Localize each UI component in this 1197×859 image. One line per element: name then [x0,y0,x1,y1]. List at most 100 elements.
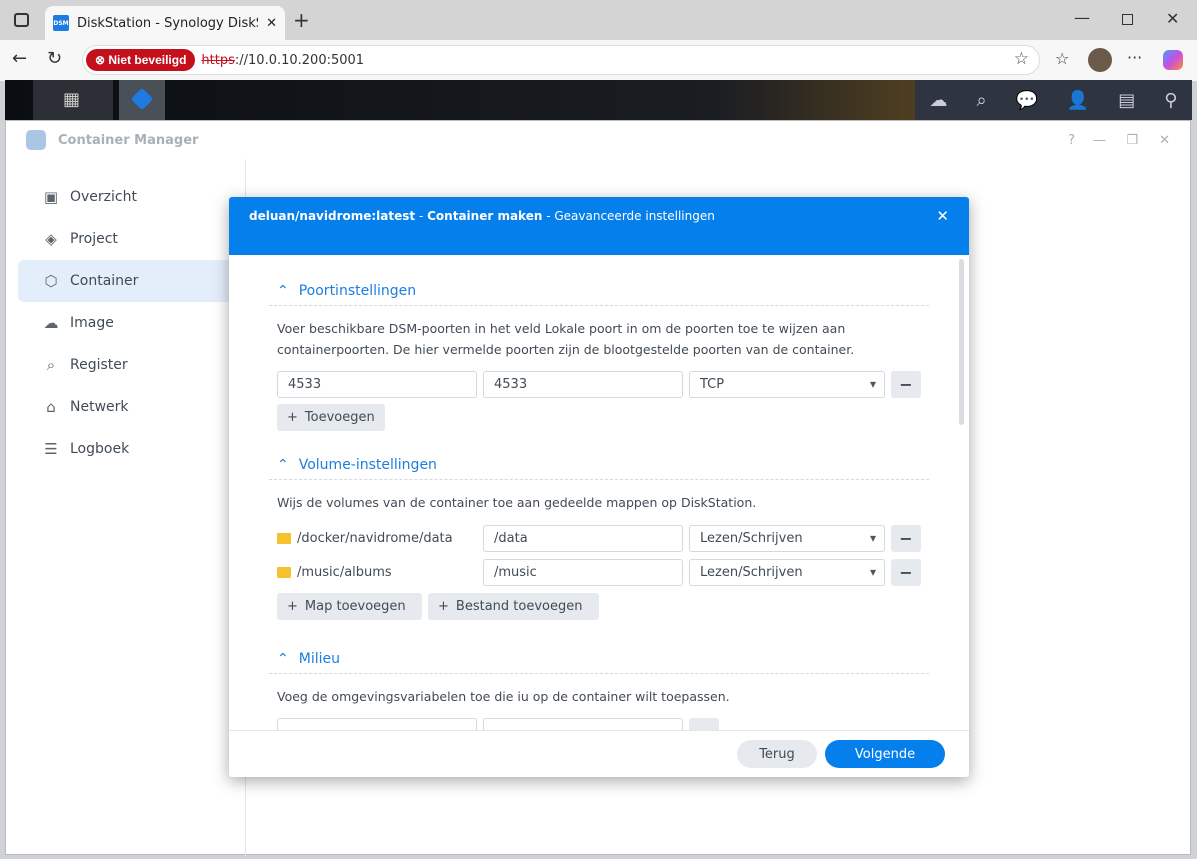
back-button[interactable]: Terug [737,740,817,768]
search-icon[interactable]: ⚲ [1164,90,1177,111]
add-port-button[interactable]: + Toevoegen [277,404,385,431]
mount-path-input[interactable]: /data [483,525,683,552]
next-button[interactable]: Volgende [825,740,945,768]
section-title: Milieu [298,650,340,667]
maximize-icon[interactable] [1122,14,1133,25]
env-value-input[interactable] [483,718,683,730]
app-icon [26,130,46,150]
sidebar-item-label: Register [70,357,128,373]
plus-icon: + [438,599,449,614]
button-label: Bestand toevoegen [455,599,583,614]
new-tab-icon[interactable]: + [293,8,310,32]
sidebar-item-container[interactable]: ⬡ Container [18,260,233,302]
remove-volume-button[interactable]: − [891,559,921,586]
sidebar-item-project[interactable]: ◈ Project [18,218,233,260]
browser-tab-bar: DSM DiskStation - Synology DiskStation ✕… [0,0,1197,40]
access-mode-value: Lezen/Schrijven [700,531,803,546]
sidebar-item-netwerk[interactable]: ⌂ Netwerk [18,386,233,428]
favorites-icon[interactable]: ☆ [1055,49,1069,68]
more-options-icon[interactable]: ··· [1127,48,1142,67]
sidebar-item-label: Netwerk [70,399,129,415]
dialog-header: deluan/navidrome:latest - Container make… [229,197,969,255]
address-bar[interactable]: ⊗ Niet beveiligd https://10.0.10.200:500… [82,45,1040,75]
sidebar-item-register[interactable]: ⌕ Register [18,344,233,386]
close-window-icon[interactable]: ✕ [1166,9,1179,28]
sidebar-item-label: Image [70,315,114,331]
volume-folder: /music/albums [277,559,392,586]
minimize-app-icon[interactable]: — [1093,133,1106,148]
tab-actions-icon[interactable] [14,13,29,27]
close-dialog-icon[interactable]: ✕ [936,207,949,225]
sidebar-item-label: Container [70,273,139,289]
dsm-favicon-icon: DSM [53,15,69,31]
scrollbar[interactable] [959,259,964,425]
browser-tab[interactable]: DSM DiskStation - Synology DiskStation ✕ [45,6,285,40]
remove-port-button[interactable]: − [891,371,921,398]
chevron-up-icon: ⌃ [277,456,289,473]
dialog-title-action: Container maken [427,209,543,223]
volume-folder: /docker/navidrome/data [277,525,453,552]
url-host: ://10.0.10.200:5001 [234,52,365,68]
sidebar-item-label: Project [70,231,118,247]
back-icon[interactable]: ← [12,48,27,69]
section-env-header[interactable]: ⌃ Milieu [269,644,929,674]
layers-icon: ◈ [45,230,57,248]
dsm-taskbar: ▦ ☁ ⌕ 💬 👤 ▤ ⚲ [5,80,1192,120]
sidebar-item-overzicht[interactable]: ▣ Overzicht [18,176,233,218]
sidebar-item-image[interactable]: ☁ Image [18,302,233,344]
main-menu-button[interactable]: ▦ [33,80,113,120]
app-title: Container Manager [58,132,199,148]
remove-env-button[interactable] [689,718,719,730]
address-row: ← ↻ ⊗ Niet beveiligd https://10.0.10.200… [0,40,1197,81]
container-manager-taskbar-button[interactable] [119,80,165,120]
local-port-input[interactable]: 4533 [277,371,477,398]
minimize-icon[interactable]: — [1074,8,1090,27]
protocol-select[interactable]: TCP [689,371,885,398]
env-description: Voeg de omgevingsvariabelen toe die iu o… [277,689,730,704]
not-secure-label: Niet beveiligd [108,53,187,67]
section-title: Volume-instellingen [298,456,437,473]
section-ports-header[interactable]: ⌃ Poortinstellingen [269,276,929,306]
sidebar: ▣ Overzicht ◈ Project ⬡ Container ☁ Image ⌕ R… [6,159,246,856]
add-file-button[interactable]: + Bestand toevoegen [428,593,599,620]
registry-search-icon: ⌕ [46,356,56,374]
remove-volume-button[interactable]: − [891,525,921,552]
chevron-up-icon: ⌃ [277,650,289,667]
container-port-input[interactable]: 4533 [483,371,683,398]
add-folder-button[interactable]: + Map toevoegen [277,593,422,620]
list-icon: ☰ [44,440,58,458]
plus-icon: + [287,410,298,425]
tab-title: DiskStation - Synology DiskStation [77,15,258,31]
copilot-icon[interactable] [1163,50,1183,70]
favorite-star-icon[interactable]: ☆ [1014,49,1029,69]
folder-path: /docker/navidrome/data [297,531,453,546]
widgets-icon[interactable]: ▤ [1118,90,1135,111]
cube-icon: ⬡ [44,272,58,290]
access-mode-select[interactable]: Lezen/Schrijven [689,525,885,552]
reload-icon[interactable]: ↻ [47,48,62,69]
help-icon[interactable]: ? [1068,133,1075,148]
container-manager-icon [130,87,154,111]
ports-description: Voer beschikbare DSM-poorten in het veld… [277,321,855,357]
folder-path: /music/albums [297,565,392,580]
close-app-icon[interactable]: ✕ [1159,133,1170,148]
restore-app-icon[interactable]: ❐ [1126,133,1138,148]
env-key-input[interactable] [277,718,477,730]
plus-icon: + [287,599,298,614]
close-tab-icon[interactable]: ✕ [266,16,277,31]
user-icon[interactable]: 👤 [1067,90,1089,111]
profile-avatar[interactable] [1088,48,1112,72]
search-service-icon[interactable]: ⌕ [976,90,986,111]
cloud-sync-icon[interactable]: ☁ [929,90,947,111]
sidebar-item-label: Overzicht [70,189,137,205]
notifications-icon[interactable]: 💬 [1016,90,1038,111]
dialog-title-image: deluan/navidrome:latest [249,209,416,223]
sidebar-item-logboek[interactable]: ☰ Logboek [18,428,233,470]
mount-path-input[interactable]: /music [483,559,683,586]
folder-icon [277,533,291,544]
section-volumes-header[interactable]: ⌃ Volume-instellingen [269,450,929,480]
not-secure-badge[interactable]: ⊗ Niet beveiligd [86,49,196,71]
title-separator: - [415,209,428,223]
cloud-icon: ☁ [43,314,59,332]
access-mode-select[interactable]: Lezen/Schrijven [689,559,885,586]
